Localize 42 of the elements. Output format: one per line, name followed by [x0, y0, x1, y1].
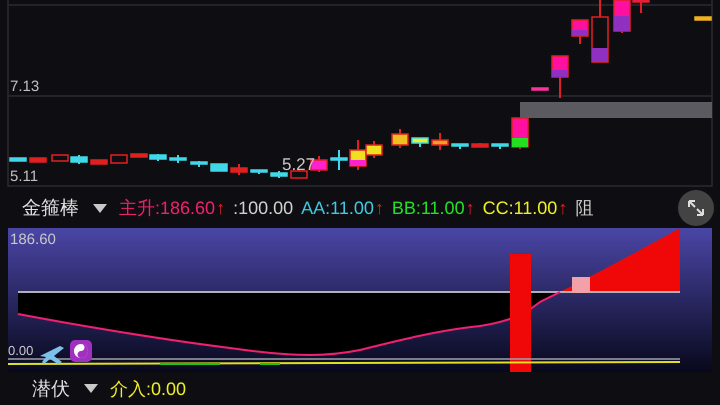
marker-square	[572, 277, 590, 293]
dropdown-caret-icon[interactable]	[93, 204, 107, 212]
candlestick	[9, 157, 27, 162]
candlestick	[210, 163, 228, 172]
candlestick	[190, 161, 208, 167]
indicator-value: CC:11.00↑	[482, 198, 568, 218]
candlestick	[511, 117, 529, 149]
expand-icon	[686, 198, 706, 218]
candlestick	[250, 169, 268, 174]
indicator-value: :100.00	[233, 198, 294, 218]
candlestick	[270, 171, 288, 178]
candlestick	[451, 143, 469, 149]
indicator-value: 介入:0.00	[110, 378, 186, 400]
airplane-icon[interactable]	[40, 346, 64, 364]
indicator-value: AA:11.00↑	[301, 198, 384, 218]
indicator-name[interactable]: 金箍棒	[22, 195, 79, 221]
candlestick	[230, 164, 248, 175]
candlestick	[471, 143, 489, 148]
candlestick	[491, 143, 509, 149]
indicator-value: BB:11.00↑	[392, 198, 475, 218]
indicator-name[interactable]: 潜伏	[32, 376, 70, 402]
indicator-axis-label: 186.60	[10, 231, 56, 248]
candlestick	[531, 87, 549, 91]
indicator-value: 主升:186.60↑	[119, 197, 226, 220]
candlestick	[110, 154, 128, 164]
price-axis-label: 7.13	[10, 78, 40, 95]
candlestick	[411, 137, 429, 147]
candlestick	[431, 133, 449, 150]
expand-button[interactable]	[678, 190, 714, 226]
indicator-axis-label: 0.00	[8, 343, 34, 358]
candlestick	[169, 155, 187, 163]
dropdown-caret-icon[interactable]	[84, 384, 98, 393]
price-axis-label: 5.11	[10, 168, 38, 185]
candlestick	[70, 155, 88, 164]
candlestick	[90, 159, 108, 165]
candlestick	[391, 129, 409, 148]
candlestick	[571, 19, 589, 44]
candlestick	[551, 55, 569, 98]
indicator-value: 阻	[575, 197, 594, 220]
candlestick	[694, 16, 712, 21]
yin-yang-icon[interactable]	[70, 340, 92, 362]
candlestick	[29, 157, 47, 163]
